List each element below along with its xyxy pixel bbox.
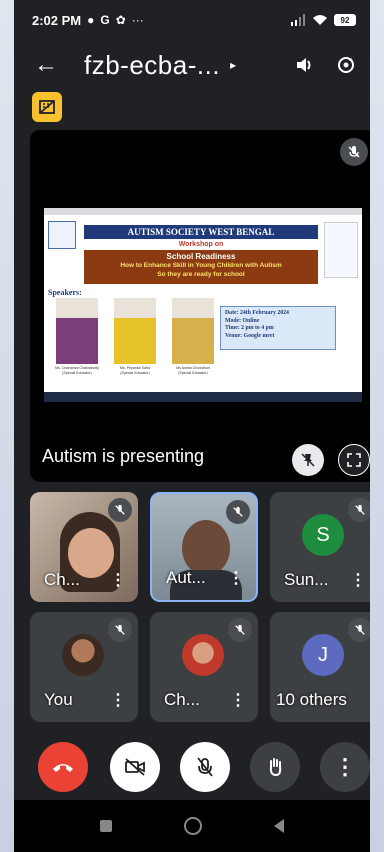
status-bar: 2:02 PM ● G ✿ ··· 92 (14, 0, 370, 40)
background-left (0, 0, 14, 852)
slide-info-box: Date: 24th February 2024 Mode: Online Ti… (220, 306, 336, 350)
switch-camera-icon[interactable] (336, 55, 356, 75)
mic-off-icon (348, 618, 370, 642)
participant-name: Ch... (44, 570, 80, 589)
speaker-caption: Ms Asima Chowdhuri (Special Educator) (176, 366, 210, 375)
app-bar: ← fzb-ecba-... ▸ (14, 42, 370, 88)
more-vert-icon: ⋮ (334, 754, 356, 779)
others-count-label: 10 others (276, 690, 347, 709)
slide-org-title: AUTISM SOCIETY WEST BENGAL (84, 225, 318, 239)
participant-tile[interactable]: Ch... ⋮ (30, 492, 138, 602)
chat-icon: ● (87, 13, 95, 27)
phone-screen: 2:02 PM ● G ✿ ··· 92 ← fzb-ecba-... ▸ AU… (14, 0, 370, 852)
slide-topic: School Readiness (166, 252, 236, 261)
signal-icon (291, 14, 305, 26)
caret-right-icon[interactable]: ▸ (230, 58, 236, 72)
participant-name: You (44, 690, 73, 709)
presentation-stage[interactable]: AUTISM SOCIETY WEST BENGAL Workshop on S… (30, 130, 370, 482)
speaker-icon[interactable] (294, 55, 314, 75)
more-options-icon[interactable]: ⋮ (230, 690, 246, 710)
mic-off-icon (108, 618, 132, 642)
speaker-caption: Ms. Chandrani Chakraborty (Special Educat… (55, 366, 99, 375)
battery-icon: 92 (334, 14, 356, 26)
more-options-button[interactable]: ⋮ (320, 742, 370, 792)
participant-tile[interactable]: Ch... ⋮ (150, 612, 258, 722)
hand-icon (269, 758, 282, 777)
participant-name: Aut... (166, 568, 206, 587)
google-icon: G (100, 13, 110, 27)
mic-off-icon (228, 618, 252, 642)
fan-icon: ✿ (115, 13, 126, 27)
windows-taskbar (44, 392, 362, 402)
back-arrow-icon[interactable]: ← (34, 51, 66, 79)
speaker-photo (114, 298, 156, 364)
fullscreen-icon[interactable] (338, 444, 370, 476)
speaker-caption: Ms. Priyanka Saha (Special Educator) (119, 366, 151, 375)
camera-toggle-button[interactable] (110, 742, 160, 792)
mic-off-icon (226, 500, 250, 524)
system-nav-bar (14, 800, 370, 852)
participant-photo (62, 634, 104, 676)
speaker-photo (56, 298, 98, 364)
slide-speakers-heading: Speakers: (48, 288, 82, 297)
participant-avatar: S (302, 514, 344, 556)
more-options-icon[interactable]: ⋮ (228, 568, 244, 588)
speaker-photo (172, 298, 214, 364)
wifi-icon (313, 15, 327, 25)
slide-workshop-label: Workshop on (178, 241, 224, 248)
camera-off-icon (125, 758, 145, 776)
browser-tabbar (44, 208, 362, 215)
society-logo (48, 221, 76, 249)
mic-toggle-button[interactable] (180, 742, 230, 792)
participant-tile[interactable]: S Sun... ⋮ (270, 492, 370, 602)
mic-off-icon (340, 138, 368, 166)
more-options-icon[interactable]: ⋮ (350, 570, 366, 590)
more-options-icon[interactable]: ⋮ (110, 690, 126, 710)
slide-date: Date: 24th February 2024 (225, 310, 289, 316)
meeting-code-title[interactable]: fzb-ecba-... (84, 50, 220, 81)
participant-photo (182, 634, 224, 676)
anniversary-logo (324, 222, 358, 278)
presenting-label: Autism is presenting (42, 446, 205, 466)
back-icon[interactable] (274, 819, 284, 833)
status-time: 2:02 PM (32, 12, 82, 28)
shared-slide: AUTISM SOCIETY WEST BENGAL Workshop on S… (44, 208, 362, 402)
slide-venue: Venue: Google meet (225, 332, 275, 339)
end-call-button[interactable] (38, 742, 88, 792)
raise-hand-button[interactable] (250, 742, 300, 792)
slide-time: Time: 2 pm to 4 pm (225, 325, 274, 332)
participant-avatar: J (302, 634, 344, 676)
background-right (370, 0, 384, 852)
unpin-icon[interactable] (292, 444, 324, 476)
more-options-icon[interactable]: ⋮ (110, 570, 126, 590)
mic-off-icon (108, 498, 132, 522)
mic-off-icon (348, 498, 370, 522)
battery-level: 92 (340, 15, 350, 25)
participant-name: Ch... (164, 690, 200, 709)
phone-hangup-icon (53, 764, 73, 772)
slide-subtitle-2: So they are ready for school (157, 271, 245, 278)
slide-topic-box: School Readiness How to Enhance Skill in… (84, 250, 318, 284)
camera-off-badge-icon[interactable] (32, 92, 62, 122)
home-icon[interactable] (184, 817, 202, 835)
others-tile[interactable]: J 10 others (270, 612, 370, 722)
participant-tile-active-speaker[interactable]: Aut... ⋮ (150, 492, 258, 602)
slide-mode: Mode: Online (225, 317, 260, 324)
slide-subtitle-1: How to Enhance Skill in Young Children w… (120, 262, 282, 269)
mic-off-icon (197, 757, 213, 777)
more-icon: ··· (131, 13, 144, 27)
participant-name: Sun... (284, 570, 329, 589)
recents-icon[interactable] (100, 820, 112, 832)
participant-tile-self[interactable]: You ⋮ (30, 612, 138, 722)
